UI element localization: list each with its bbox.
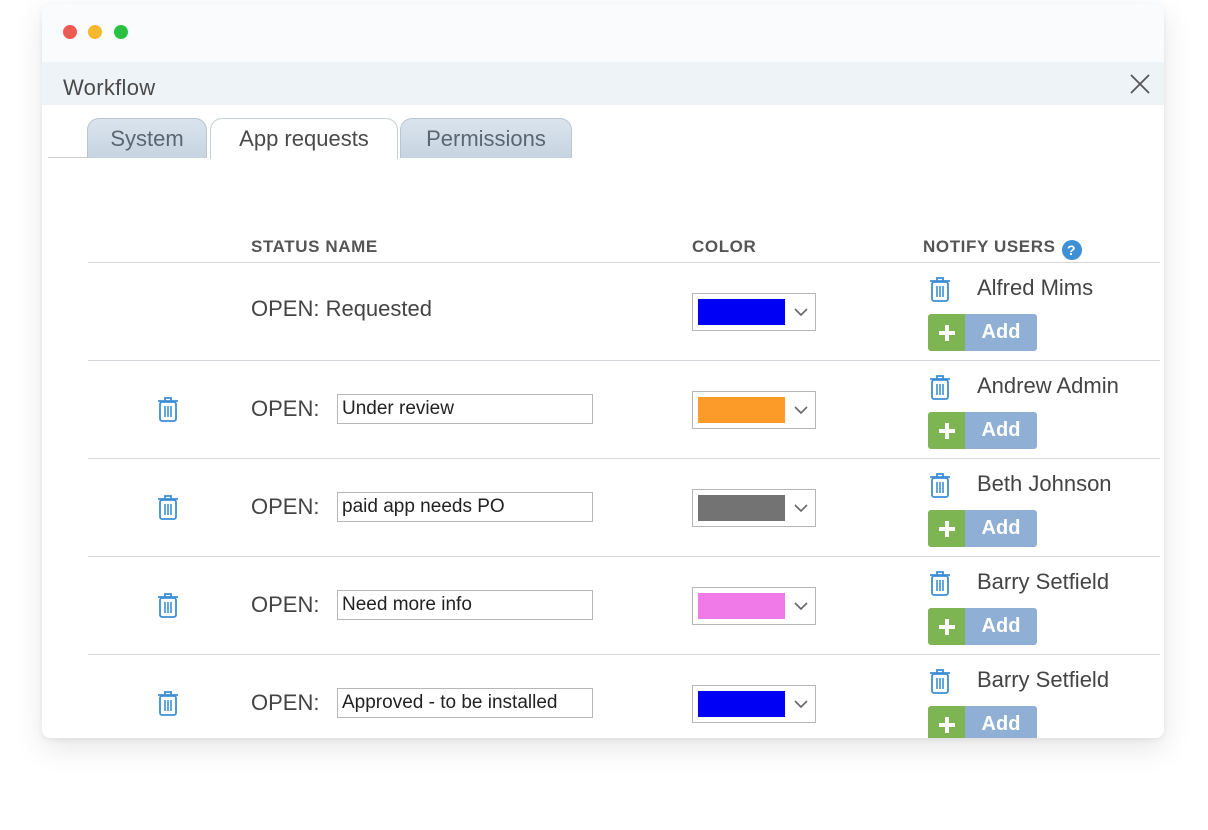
add-button-label: Add <box>965 412 1037 449</box>
trash-icon[interactable] <box>928 275 952 303</box>
tab-app-requests[interactable]: App requests <box>210 118 398 159</box>
add-user-button[interactable]: Add <box>928 314 1037 351</box>
status-prefix: OPEN: <box>251 494 320 519</box>
add-button-label: Add <box>965 510 1037 547</box>
minimize-window-button[interactable] <box>88 25 102 39</box>
chevron-down-icon <box>794 308 808 317</box>
status-name-input[interactable] <box>337 394 593 424</box>
color-swatch <box>698 495 785 521</box>
color-select[interactable] <box>692 587 816 625</box>
color-select[interactable] <box>692 391 816 429</box>
trash-icon[interactable] <box>156 493 180 521</box>
maximize-window-button[interactable] <box>114 25 128 39</box>
color-swatch <box>698 299 785 325</box>
close-window-button[interactable] <box>63 25 77 39</box>
close-icon[interactable] <box>1128 72 1152 96</box>
status-name-static: OPEN: Requested <box>251 296 432 321</box>
notify-user-name: Barry Setfield <box>977 569 1110 594</box>
notify-user-name: Beth Johnson <box>977 471 1112 496</box>
add-button-label: Add <box>965 314 1037 351</box>
plus-icon <box>928 510 965 547</box>
color-swatch <box>698 397 785 423</box>
table-row: OPEN: Barry Setfield Add <box>42 655 1164 738</box>
status-prefix: OPEN: <box>251 592 320 617</box>
status-name-input[interactable] <box>337 688 593 718</box>
plus-icon <box>928 706 965 738</box>
trash-icon[interactable] <box>928 667 952 695</box>
status-prefix: OPEN: <box>251 396 320 421</box>
notify-user-name: Barry Setfield <box>977 667 1110 692</box>
chevron-down-icon <box>794 700 808 709</box>
table-row: OPEN: Beth Johnson Add <box>42 459 1164 556</box>
status-name-input[interactable] <box>337 590 593 620</box>
workflow-window: Workflow System App requests Permissions… <box>42 4 1164 738</box>
color-swatch <box>698 593 785 619</box>
chevron-down-icon <box>794 406 808 415</box>
window-titlebar <box>42 4 1164 62</box>
color-swatch <box>698 691 785 717</box>
chevron-down-icon <box>794 504 808 513</box>
table-row: OPEN: Barry Setfield Add <box>42 557 1164 654</box>
trash-icon[interactable] <box>928 471 952 499</box>
chevron-down-icon <box>794 602 808 611</box>
notify-users-label: NOTIFY USERS <box>923 237 1056 256</box>
plus-icon <box>928 412 965 449</box>
color-select[interactable] <box>692 685 816 723</box>
trash-icon[interactable] <box>156 591 180 619</box>
trash-icon[interactable] <box>156 395 180 423</box>
status-name-input[interactable] <box>337 492 593 522</box>
add-user-button[interactable]: Add <box>928 706 1037 738</box>
table-row: OPEN: Requested Alfred Mims Add <box>42 263 1164 360</box>
trash-icon[interactable] <box>928 373 952 401</box>
tab-permissions[interactable]: Permissions <box>400 118 572 158</box>
column-header-status-name: STATUS NAME <box>251 237 378 256</box>
notify-user-name: Alfred Mims <box>977 275 1094 300</box>
add-user-button[interactable]: Add <box>928 412 1037 449</box>
tab-divider <box>48 157 90 158</box>
help-icon[interactable]: ? <box>1061 240 1082 260</box>
add-button-label: Add <box>965 706 1037 738</box>
column-header-notify-users: NOTIFY USERS? <box>923 237 1082 260</box>
column-header-color: COLOR <box>692 237 757 256</box>
plus-icon <box>928 314 965 351</box>
trash-icon[interactable] <box>928 569 952 597</box>
color-select[interactable] <box>692 293 816 331</box>
color-select[interactable] <box>692 489 816 527</box>
trash-icon[interactable] <box>156 689 180 717</box>
table-row: OPEN: Andrew Admin Add <box>42 361 1164 458</box>
dialog-title: Workflow <box>63 75 156 100</box>
add-user-button[interactable]: Add <box>928 510 1037 547</box>
status-prefix: OPEN: <box>251 690 320 715</box>
add-user-button[interactable]: Add <box>928 608 1037 645</box>
plus-icon <box>928 608 965 645</box>
notify-user-name: Andrew Admin <box>977 373 1119 398</box>
tab-system[interactable]: System <box>87 118 207 158</box>
dialog-header: Workflow <box>42 62 1164 105</box>
add-button-label: Add <box>965 608 1037 645</box>
